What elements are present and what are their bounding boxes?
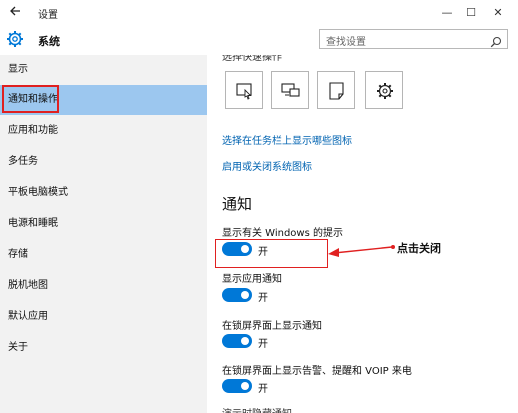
quick-actions-heading: 选择快速操作 bbox=[222, 55, 282, 63]
highlight-frame bbox=[2, 85, 59, 113]
content-pane: 选择快速操作 选择在任务栏上显示哪些图标 启用或关闭系统图标 通知 显示有关 W… bbox=[207, 55, 518, 413]
presentation-hide-label: 演示时隐藏通知 bbox=[222, 405, 292, 413]
sidebar-item-power[interactable]: 电源和睡眠 bbox=[0, 209, 207, 239]
maximize-button[interactable]: ☐ bbox=[460, 3, 482, 23]
system-icons-link[interactable]: 启用或关闭系统图标 bbox=[222, 158, 312, 173]
notifications-heading: 通知 bbox=[222, 195, 253, 213]
toggle-state-label: 开 bbox=[258, 293, 268, 304]
taskbar-icons-link[interactable]: 选择在任务栏上显示哪些图标 bbox=[222, 132, 352, 147]
sidebar-item-storage[interactable]: 存储 bbox=[0, 240, 207, 270]
annotation-arrow-icon bbox=[328, 245, 395, 257]
sidebar-item-about[interactable]: 关于 bbox=[0, 333, 207, 363]
sidebar-item-default-apps[interactable]: 默认应用 bbox=[0, 302, 207, 332]
title-bar: 设置 — ☐ ✕ bbox=[0, 0, 518, 26]
back-arrow-icon[interactable] bbox=[8, 4, 26, 22]
annotation-text: 点击关闭 bbox=[397, 242, 441, 255]
lockscreen-alarms-toggle[interactable] bbox=[222, 379, 252, 393]
lockscreen-notifications-toggle[interactable] bbox=[222, 334, 252, 348]
search-icon[interactable] bbox=[490, 33, 502, 48]
sidebar-item-tablet-mode[interactable]: 平板电脑模式 bbox=[0, 178, 207, 208]
app-notifications-label: 显示应用通知 bbox=[222, 274, 282, 285]
gear-icon bbox=[6, 30, 24, 48]
settings-gear-icon[interactable] bbox=[365, 71, 403, 109]
toggle-state-label: 开 bbox=[258, 339, 268, 350]
search-box[interactable] bbox=[319, 29, 508, 52]
lockscreen-notifications-label: 在锁屏界面上显示通知 bbox=[222, 321, 322, 332]
tablet-mode-icon[interactable] bbox=[225, 71, 263, 109]
app-notifications-toggle[interactable] bbox=[222, 288, 252, 302]
sidebar-item-multitasking[interactable]: 多任务 bbox=[0, 147, 207, 177]
note-icon[interactable] bbox=[317, 71, 355, 109]
minimize-button[interactable]: — bbox=[436, 3, 458, 23]
sidebar-item-offline-maps[interactable]: 脱机地图 bbox=[0, 271, 207, 301]
toggle-state-label: 开 bbox=[258, 384, 268, 395]
page-title: 系统 bbox=[38, 35, 60, 48]
highlight-frame bbox=[215, 239, 328, 268]
project-icon[interactable] bbox=[271, 71, 309, 109]
sidebar-item-apps[interactable]: 应用和功能 bbox=[0, 116, 207, 146]
search-input[interactable] bbox=[320, 33, 480, 52]
windows-tips-label: 显示有关 Windows 的提示 bbox=[222, 228, 343, 239]
lockscreen-alarms-label: 在锁屏界面上显示告警、提醒和 VOIP 来电 bbox=[222, 366, 412, 377]
close-button[interactable]: ✕ bbox=[487, 3, 509, 23]
window-title: 设置 bbox=[38, 10, 58, 21]
sidebar-item-display[interactable]: 显示 bbox=[0, 55, 207, 85]
